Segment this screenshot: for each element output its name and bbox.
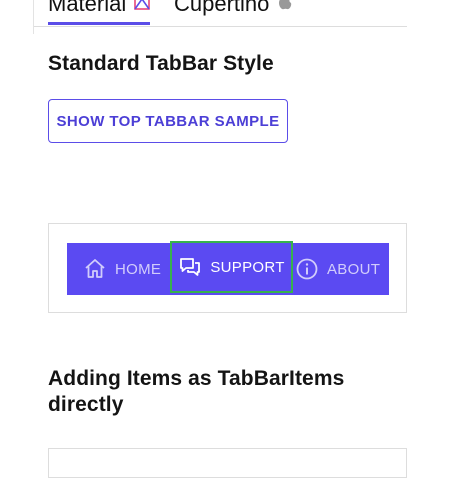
tab-material-label: Material — [48, 0, 127, 16]
chat-icon — [180, 258, 201, 276]
tabbar-item-support-label: SUPPORT — [210, 258, 285, 276]
show-top-tabbar-sample-button[interactable]: SHOW TOP TABBAR SAMPLE — [48, 99, 288, 143]
tabbar-item-about-label: ABOUT — [327, 260, 381, 278]
material-icon — [134, 0, 151, 17]
tabbar-item-home-label: HOME — [115, 260, 162, 278]
info-icon — [296, 258, 318, 280]
selected-tab-indicator — [48, 22, 151, 25]
apple-icon — [277, 0, 293, 17]
top-tab-bar: Material Cupertino — [33, 0, 407, 34]
tab-cupertino[interactable]: Cupertino — [174, 0, 293, 23]
tabbar-item-support[interactable]: SUPPORT — [170, 241, 293, 293]
left-edge-divider — [33, 0, 34, 34]
tab-material[interactable]: Material — [48, 0, 151, 25]
section-title-tabbaritems: Adding Items as TabBarItems directly — [48, 367, 345, 416]
tabbaritems-sample-container — [48, 448, 407, 478]
tabbar-item-about[interactable]: ABOUT — [295, 243, 380, 295]
tab-cupertino-label: Cupertino — [174, 0, 270, 16]
tabbar-item-home[interactable]: HOME — [83, 243, 161, 295]
home-icon — [85, 259, 105, 278]
section-title-standard-tabbar: Standard TabBar Style — [48, 52, 274, 75]
sample-tabbar: HOME SUPPORT ABOUT — [67, 241, 389, 295]
